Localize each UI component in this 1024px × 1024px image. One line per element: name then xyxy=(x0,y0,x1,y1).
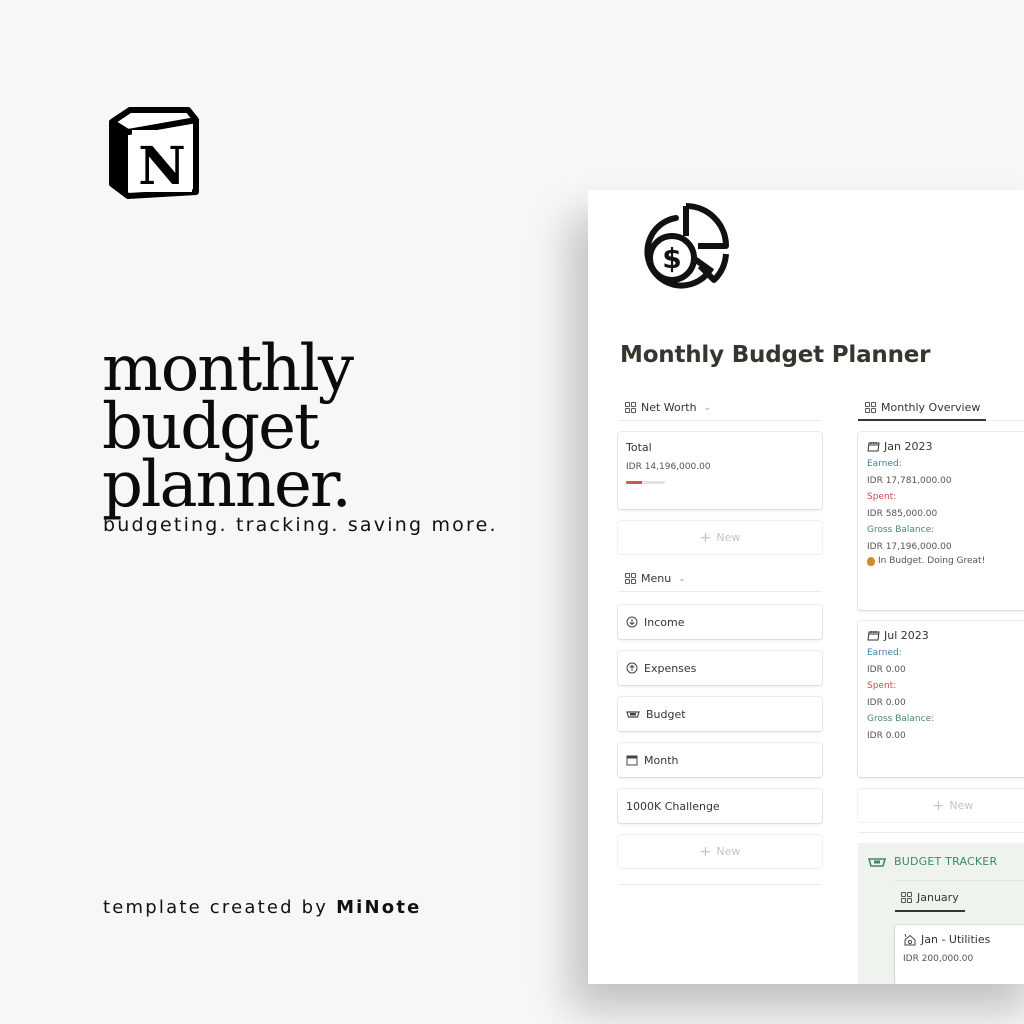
calendar-icon xyxy=(867,630,880,640)
notion-page-preview: $ Monthly Budget Planner Net Worth ⌄ Tot… xyxy=(588,190,1024,984)
budget-tracker-body: January Jan - Utilities IDR 200,000.00 xyxy=(895,880,1024,984)
right-column: Monthly Overview Jan 2023 Earned: IDR 17… xyxy=(858,395,1024,984)
credit-prefix: template created by xyxy=(103,897,337,918)
gallery-view-icon xyxy=(865,402,876,413)
left-column: Net Worth ⌄ Total IDR 14,196,000.00 + Ne… xyxy=(618,395,822,885)
view-label: Monthly Overview xyxy=(881,401,981,414)
calendar-icon xyxy=(867,441,880,451)
new-label: New xyxy=(949,799,974,812)
divider xyxy=(858,832,1024,833)
spent-label: Spent: xyxy=(867,681,897,691)
status-text: In Budget. Doing Great! xyxy=(878,556,986,566)
menu-item-label: Month xyxy=(644,753,679,767)
money-tray-icon xyxy=(868,857,886,867)
divider xyxy=(618,884,822,885)
budget-item-card[interactable]: Jan - Utilities IDR 200,000.00 xyxy=(895,925,1024,984)
house-gear-icon xyxy=(904,933,916,946)
earned-label: Earned: xyxy=(867,459,902,469)
menu-item-month[interactable]: Month xyxy=(618,743,822,777)
month-card-header: Jul 2023 xyxy=(867,629,1024,642)
chevron-down-icon[interactable]: ⌄ xyxy=(704,403,712,413)
menu-item-expenses[interactable]: Expenses xyxy=(618,651,822,685)
budget-item-title: Jan - Utilities xyxy=(903,933,1024,946)
monthly-overview-view-tab[interactable]: Monthly Overview xyxy=(858,395,1024,421)
budget-item-value: IDR 200,000.00 xyxy=(903,954,974,964)
month-title: Jan 2023 xyxy=(884,440,933,453)
credit-author: MiNote xyxy=(336,897,422,918)
gross-balance-value: IDR 17,196,000.00 xyxy=(867,542,952,552)
gallery-view-icon xyxy=(625,573,636,584)
card-title: Total xyxy=(626,441,652,454)
budget-tracker-callout: BUDGET TRACKER January Jan - Utilities I… xyxy=(858,843,1024,984)
earned-value: IDR 17,781,000.00 xyxy=(867,476,952,486)
arrow-down-circle-icon xyxy=(626,616,638,628)
gross-balance-value: IDR 0.00 xyxy=(867,731,906,741)
gross-balance-label: Gross Balance: xyxy=(867,714,935,724)
budget-tracker-heading: BUDGET TRACKER xyxy=(894,855,998,868)
earned-value: IDR 0.00 xyxy=(867,665,906,675)
gallery-view-icon xyxy=(901,892,912,903)
promo-headline: monthly budget planner. xyxy=(102,337,354,522)
new-menu-item-button[interactable]: + New xyxy=(618,835,822,868)
spent-label: Spent: xyxy=(867,492,897,502)
chevron-down-icon[interactable]: ⌄ xyxy=(678,574,686,584)
earned-label: Earned: xyxy=(867,648,902,658)
menu-item-label: Income xyxy=(644,615,685,629)
view-label: Net Worth xyxy=(641,401,697,414)
view-label: Menu xyxy=(641,572,672,585)
new-label: New xyxy=(716,531,741,544)
gallery-view-icon xyxy=(625,402,636,413)
net-worth-view-tab[interactable]: Net Worth ⌄ xyxy=(618,395,822,421)
headline-line: planner. xyxy=(102,448,352,522)
money-bag-icon xyxy=(867,556,875,566)
spent-value: IDR 585,000.00 xyxy=(867,509,938,519)
card-value: IDR 14,196,000.00 xyxy=(626,462,711,472)
month-card-jul-2023[interactable]: Jul 2023 Earned: IDR 0.00 Spent: IDR 0.0… xyxy=(858,621,1024,777)
gross-balance-label: Gross Balance: xyxy=(867,525,935,535)
arrow-up-circle-icon xyxy=(626,662,638,674)
menu-item-label: 1000K Challenge xyxy=(626,799,720,813)
january-view-tab[interactable]: January xyxy=(895,881,965,912)
month-card-jan-2023[interactable]: Jan 2023 Earned: IDR 17,781,000.00 Spent… xyxy=(858,432,1024,610)
menu-item-1000k-challenge[interactable]: 1000K Challenge xyxy=(618,789,822,823)
menu-item-budget[interactable]: Budget xyxy=(618,697,822,731)
new-net-worth-button[interactable]: + New xyxy=(618,521,822,554)
calendar-icon xyxy=(626,755,638,766)
new-label: New xyxy=(716,845,741,858)
menu-list: Income Expenses Budget Month 1000K Chall… xyxy=(618,605,822,823)
menu-view-tab[interactable]: Menu ⌄ xyxy=(618,566,822,592)
menu-item-label: Budget xyxy=(646,707,686,721)
coin-pie-chart-icon: $ xyxy=(644,203,729,289)
plus-icon: + xyxy=(699,843,712,860)
net-worth-card[interactable]: Total IDR 14,196,000.00 xyxy=(618,432,822,509)
progress-fill xyxy=(626,481,642,484)
budget-status: In Budget. Doing Great! xyxy=(867,556,1024,566)
page-title: Monthly Budget Planner xyxy=(620,342,931,368)
promo-credit: template created by MiNote xyxy=(103,897,422,918)
month-title: Jul 2023 xyxy=(884,629,929,642)
budget-tracker-header: BUDGET TRACKER xyxy=(868,855,1024,868)
money-tray-icon xyxy=(626,711,640,718)
promo-tagline: budgeting. tracking. saving more. xyxy=(103,514,498,536)
view-label: January xyxy=(917,891,959,904)
menu-item-label: Expenses xyxy=(644,661,697,675)
month-card-header: Jan 2023 xyxy=(867,440,1024,453)
spent-value: IDR 0.00 xyxy=(867,698,906,708)
new-month-button[interactable]: + New xyxy=(858,789,1024,822)
progress-bar xyxy=(626,481,665,484)
notion-logo-icon: N xyxy=(109,107,199,199)
plus-icon: + xyxy=(932,797,945,814)
svg-text:N: N xyxy=(138,136,186,197)
budget-item-name: Jan - Utilities xyxy=(921,933,991,946)
svg-text:$: $ xyxy=(662,242,681,275)
plus-icon: + xyxy=(699,529,712,546)
menu-item-income[interactable]: Income xyxy=(618,605,822,639)
